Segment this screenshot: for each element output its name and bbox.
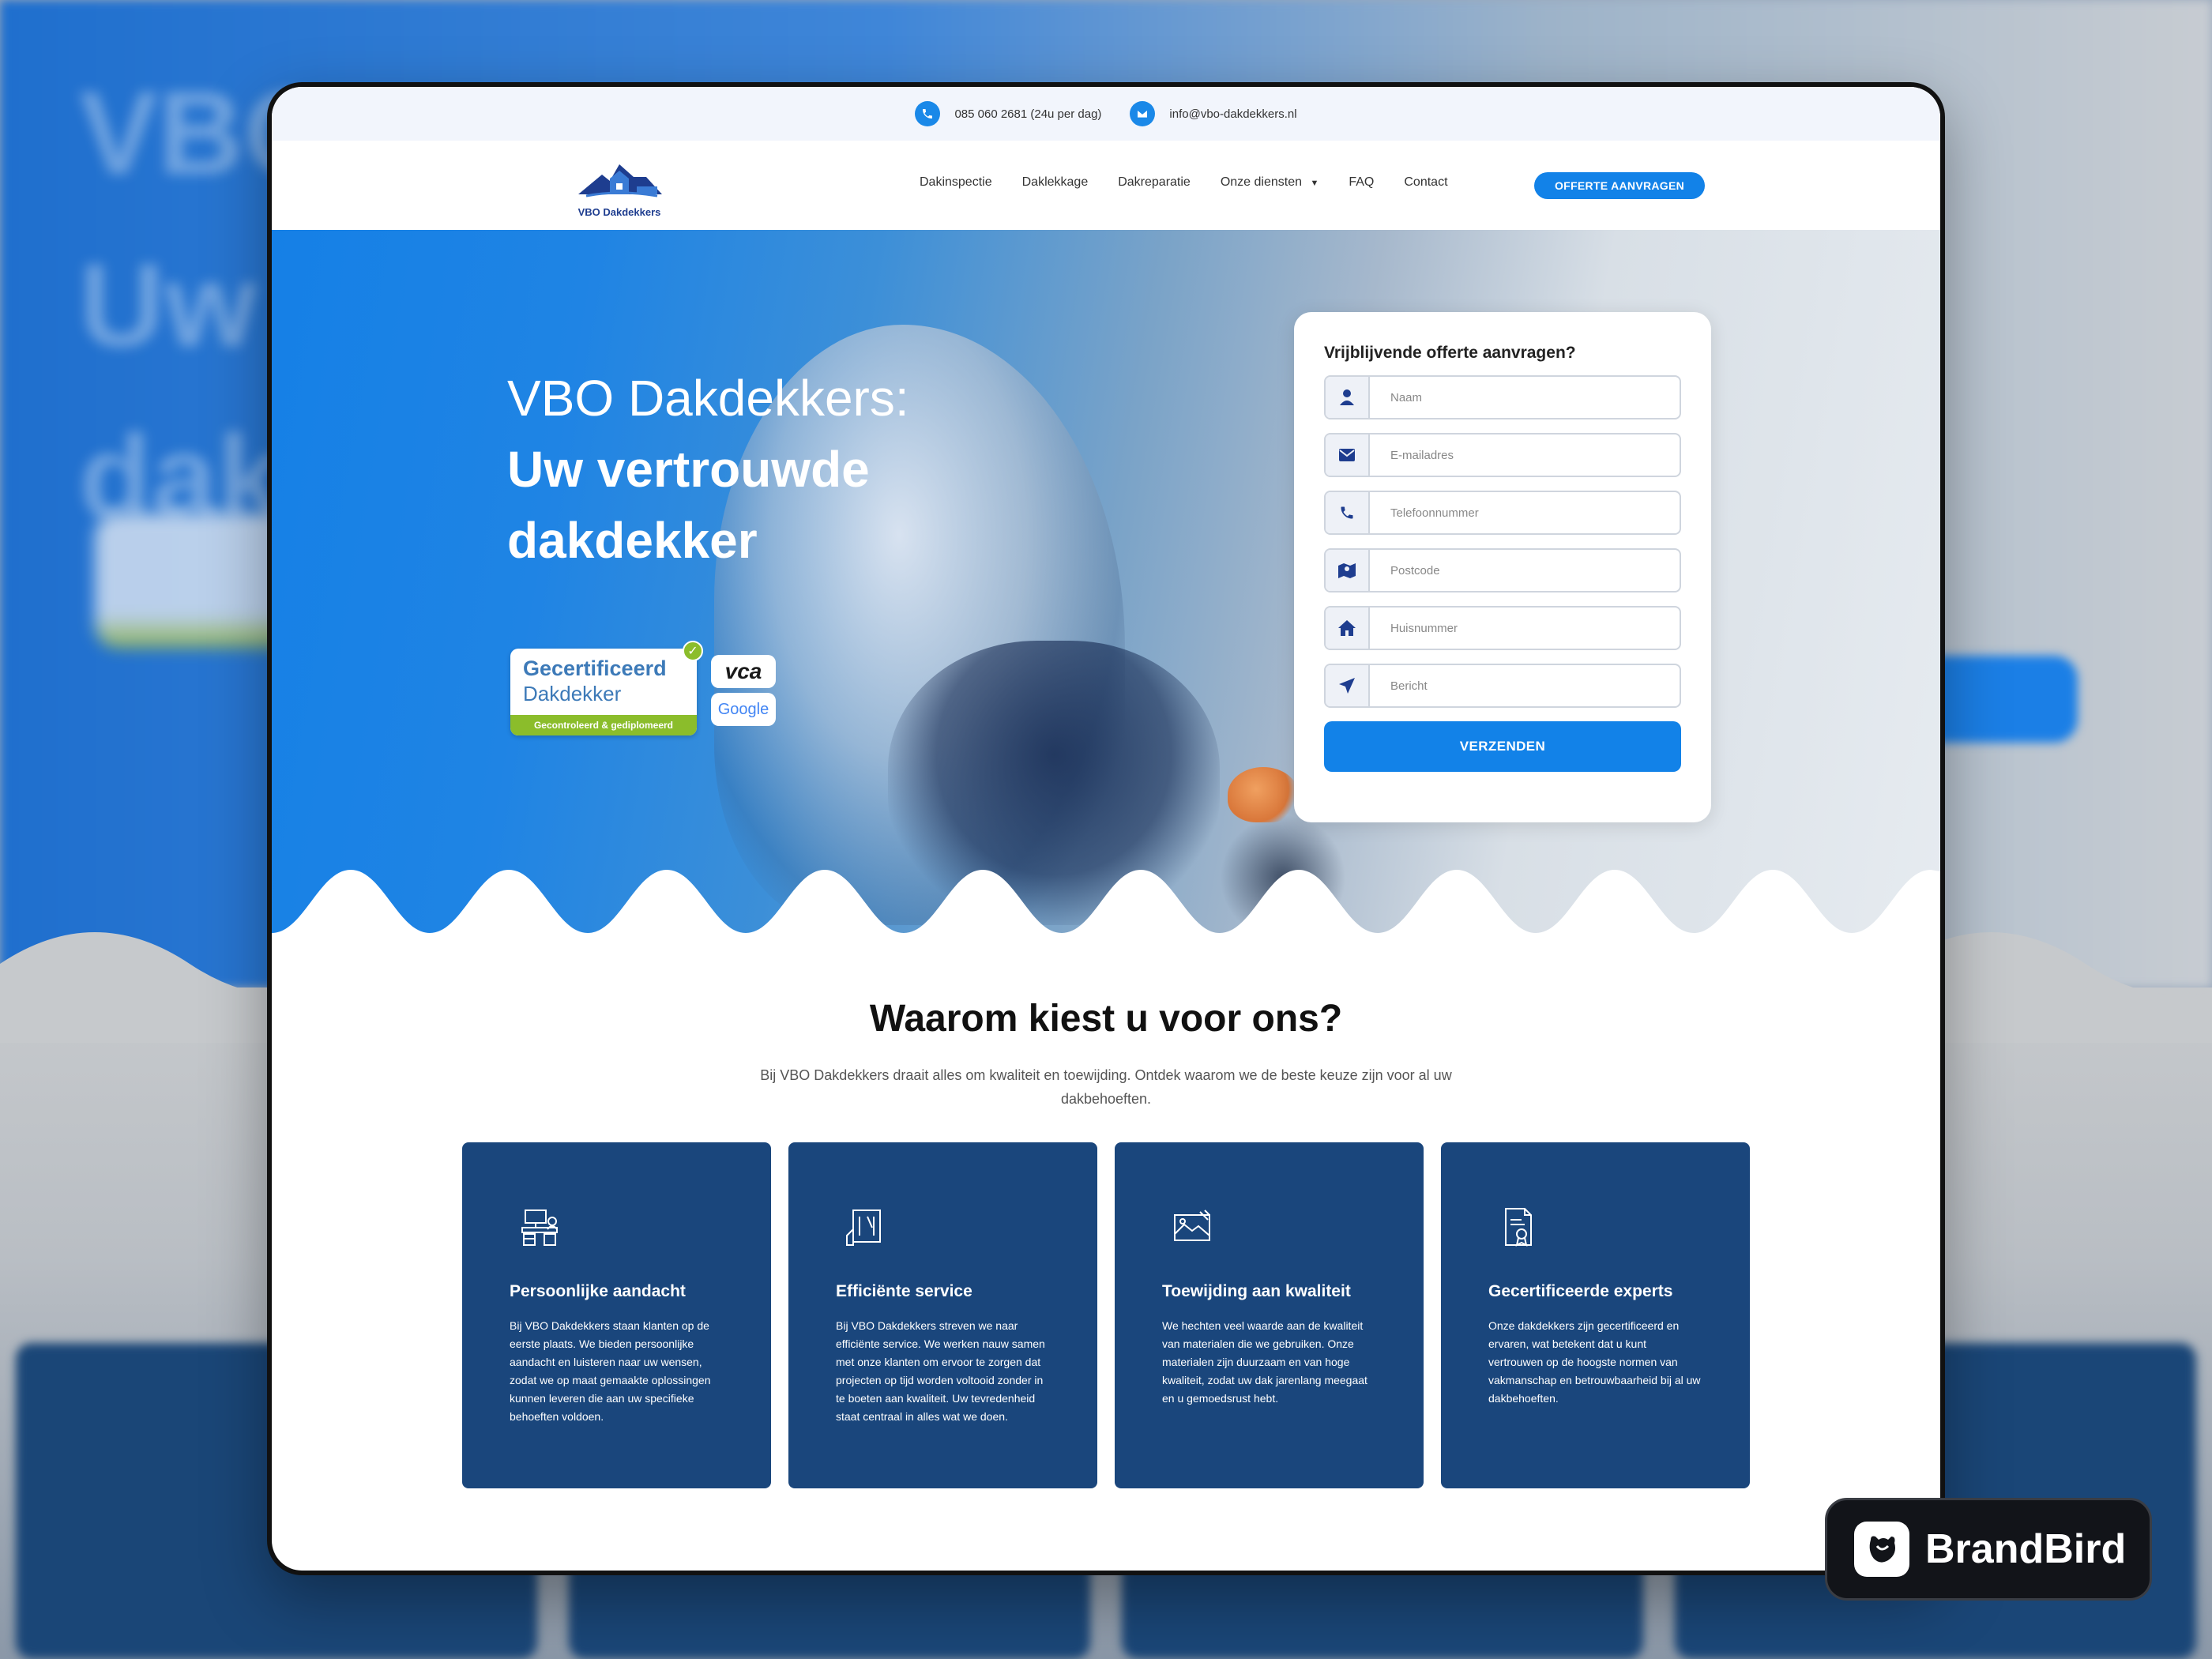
quote-form: Vrijblijvende offerte aanvragen? Naam E-… bbox=[1294, 312, 1711, 822]
map-icon bbox=[1326, 550, 1370, 591]
badge-cert-line1: Gecertificeerd bbox=[523, 656, 667, 680]
nav-daklekkage[interactable]: Daklekkage bbox=[1022, 175, 1089, 190]
feature-card-text: Bij VBO Dakdekkers staan klanten op de e… bbox=[510, 1319, 711, 1423]
email-field[interactable]: E-mailadres bbox=[1324, 433, 1681, 477]
hero-section: VBO Dakdekkers: Uw vertrouwde dakdekker … bbox=[272, 230, 1940, 941]
why-intro: Bij VBO Dakdekkers draait alles om kwali… bbox=[760, 1067, 1452, 1107]
send-icon bbox=[1326, 665, 1370, 706]
contact-topbar: 085 060 2681 (24u per dag) info@vbo-dakd… bbox=[272, 87, 1940, 141]
nav-dakinspectie[interactable]: Dakinspectie bbox=[920, 175, 992, 190]
feature-card-title: Persoonlijke aandacht bbox=[510, 1282, 686, 1300]
hero-title-line3: dakdekker bbox=[507, 512, 758, 569]
message-field[interactable]: Bericht bbox=[1324, 664, 1681, 708]
huisnummer-input[interactable]: Huisnummer bbox=[1370, 608, 1680, 649]
feature-card: Persoonlijke aandacht Bij VBO Dakdekkers… bbox=[462, 1142, 771, 1488]
website-screen: 085 060 2681 (24u per dag) info@vbo-dakd… bbox=[272, 87, 1940, 1571]
check-icon: ✓ bbox=[683, 641, 703, 661]
topbar-email[interactable]: info@vbo-dakdekkers.nl bbox=[1130, 101, 1297, 126]
nav-onze-diensten[interactable]: Onze diensten ▼ bbox=[1221, 175, 1319, 190]
name-field[interactable]: Naam bbox=[1324, 375, 1681, 419]
house-logo-icon bbox=[578, 164, 662, 198]
name-input[interactable]: Naam bbox=[1370, 377, 1680, 418]
hero-title-line2: Uw vertrouwde bbox=[507, 441, 870, 498]
why-title: Waarom kiest u voor ons? bbox=[869, 998, 1343, 1040]
hero-photo-helmet bbox=[1228, 767, 1299, 822]
quality-icon bbox=[1174, 1209, 1210, 1241]
feature-card: Gecertificeerde experts Onze dakdekkers … bbox=[1441, 1142, 1750, 1488]
feature-card-text: We hechten veel waarde aan de kwaliteit … bbox=[1162, 1319, 1367, 1405]
feature-card-title: Efficiënte service bbox=[836, 1282, 972, 1300]
feature-card-title: Toewijding aan kwaliteit bbox=[1162, 1282, 1351, 1300]
offerte-aanvragen-button[interactable]: OFFERTE AANVRAGEN bbox=[1534, 172, 1705, 199]
desk-icon bbox=[521, 1209, 558, 1246]
logo-text: VBO Dakdekkers bbox=[577, 206, 661, 218]
topbar-email-text: info@vbo-dakdekkers.nl bbox=[1169, 107, 1297, 121]
wave-divider bbox=[272, 870, 1940, 941]
home-icon bbox=[1326, 608, 1370, 649]
feature-cards: Persoonlijke aandacht Bij VBO Dakdekkers… bbox=[462, 1142, 1750, 1488]
tools-icon bbox=[846, 1209, 881, 1246]
vca-badge: vca bbox=[711, 655, 776, 688]
message-textarea[interactable]: Bericht bbox=[1370, 665, 1680, 706]
main-nav: Dakinspectie Daklekkage Dakreparatie Onz… bbox=[920, 175, 1448, 190]
topbar-phone[interactable]: 085 060 2681 (24u per dag) bbox=[915, 101, 1101, 126]
verzenden-button[interactable]: VERZENDEN bbox=[1324, 721, 1681, 772]
hero-title: VBO Dakdekkers: Uw vertrouwde dakdekker bbox=[507, 363, 909, 576]
phone-icon bbox=[915, 101, 941, 126]
device-frame: 085 060 2681 (24u per dag) info@vbo-dakd… bbox=[267, 82, 1945, 1575]
phone-field[interactable]: Telefoonnummer bbox=[1324, 491, 1681, 535]
envelope-icon bbox=[1326, 434, 1370, 476]
phone-icon bbox=[1326, 492, 1370, 533]
topbar-phone-text: 085 060 2681 (24u per dag) bbox=[954, 107, 1102, 121]
feature-card: Efficiënte service Bij VBO Dakdekkers st… bbox=[788, 1142, 1097, 1488]
phone-input[interactable]: Telefoonnummer bbox=[1370, 492, 1680, 533]
user-icon bbox=[1326, 377, 1370, 418]
postcode-input[interactable]: Postcode bbox=[1370, 550, 1680, 591]
certificate-icon bbox=[1505, 1208, 1532, 1247]
brandbird-logo-icon bbox=[1854, 1522, 1909, 1577]
chevron-down-icon: ▼ bbox=[1310, 179, 1319, 188]
brandbird-watermark: BrandBird bbox=[1825, 1498, 2152, 1601]
nav-contact[interactable]: Contact bbox=[1404, 175, 1447, 190]
feature-card-text: Onze dakdekkers zijn gecertificeerd en e… bbox=[1488, 1319, 1701, 1405]
badge-cert-line2: Dakdekker bbox=[523, 682, 622, 705]
envelope-icon bbox=[1130, 101, 1156, 126]
email-input[interactable]: E-mailadres bbox=[1370, 434, 1680, 476]
nav-faq[interactable]: FAQ bbox=[1349, 175, 1374, 190]
feature-card: Toewijding aan kwaliteit We hechten veel… bbox=[1115, 1142, 1424, 1488]
badge-cert-strip: Gecontroleerd & gediplomeerd bbox=[510, 715, 697, 735]
brandbird-label: BrandBird bbox=[1925, 1526, 2127, 1572]
google-reviews-badge: Google bbox=[711, 693, 776, 726]
huisnummer-field[interactable]: Huisnummer bbox=[1324, 606, 1681, 650]
hero-title-line1: VBO Dakdekkers: bbox=[507, 370, 909, 427]
site-header: VBO Dakdekkers Dakinspectie Daklekkage D… bbox=[272, 141, 1940, 230]
feature-card-title: Gecertificeerde experts bbox=[1488, 1282, 1673, 1300]
nav-onze-diensten-label: Onze diensten bbox=[1220, 175, 1303, 189]
feature-card-text: Bij VBO Dakdekkers streven we naar effic… bbox=[836, 1319, 1045, 1423]
nav-dakreparatie[interactable]: Dakreparatie bbox=[1118, 175, 1191, 190]
form-title: Vrijblijvende offerte aanvragen? bbox=[1324, 344, 1576, 362]
site-logo[interactable]: VBO Dakdekkers bbox=[570, 155, 668, 218]
certified-roofer-badge: Gecertificeerd Dakdekker Gecontroleerd &… bbox=[510, 649, 697, 735]
postcode-field[interactable]: Postcode bbox=[1324, 548, 1681, 592]
